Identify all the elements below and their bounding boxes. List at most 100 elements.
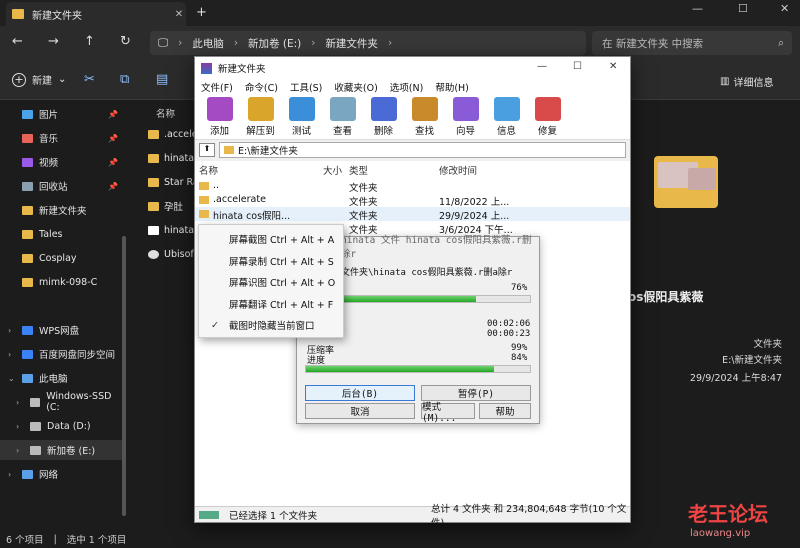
- copy-icon[interactable]: ⧉: [120, 72, 129, 87]
- sidebar-item[interactable]: Cosplay: [0, 248, 122, 268]
- refresh-icon[interactable]: ↻: [120, 34, 131, 49]
- sidebar-item[interactable]: 新建文件夹: [0, 200, 122, 220]
- minimize-icon[interactable]: —: [692, 2, 703, 15]
- menu-item[interactable]: 工具(S): [290, 80, 322, 94]
- chevron-down-icon[interactable]: ⌄: [8, 374, 15, 383]
- tab-new-folder[interactable]: 新建文件夹 ✕: [6, 2, 186, 26]
- sidebar-item[interactable]: › Windows-SSD (C:: [0, 391, 122, 413]
- sidebar-item[interactable]: › Data (D:): [0, 416, 122, 436]
- up-icon[interactable]: ↑: [84, 34, 95, 49]
- column-type[interactable]: 类型: [349, 163, 368, 177]
- toolbar-button[interactable]: 查找: [404, 95, 445, 139]
- menu-item[interactable]: 收藏夹(O): [334, 80, 377, 94]
- cancel-button[interactable]: 取消: [305, 403, 415, 419]
- close-window-icon[interactable]: ✕: [780, 2, 789, 15]
- menu-item[interactable]: 命令(C): [245, 80, 278, 94]
- maximize-icon[interactable]: ☐: [738, 2, 748, 15]
- toolbar-button[interactable]: 测试: [281, 95, 322, 139]
- context-menu-label: 屏幕翻译 Ctrl + Alt + F: [229, 299, 334, 311]
- sidebar-item[interactable]: › 网络: [0, 464, 122, 484]
- total-progress-bar: [305, 365, 531, 373]
- cell-type: 文件夹: [349, 197, 378, 208]
- chevron-right-icon[interactable]: ›: [8, 326, 11, 335]
- sidebar-item-label: Tales: [39, 228, 63, 240]
- toolbar-button[interactable]: 删除: [363, 95, 404, 139]
- context-menu-item[interactable]: 屏幕截图 Ctrl + Alt + A: [199, 229, 345, 249]
- remaining-time: 00:00:23: [487, 329, 531, 339]
- breadcrumb-item[interactable]: 新加卷 (E:): [248, 36, 301, 51]
- toolbar-button[interactable]: 向导: [445, 95, 486, 139]
- sidebar-item-icon: [30, 397, 41, 407]
- paste-icon[interactable]: ▤: [156, 72, 168, 87]
- menu-item[interactable]: 选项(N): [390, 80, 424, 94]
- close-tab-icon[interactable]: ✕: [172, 9, 186, 20]
- breadcrumb[interactable]: 🖵 › 此电脑 › 新加卷 (E:) › 新建文件夹 ›: [150, 31, 586, 55]
- sidebar-item[interactable]: 回收站 📌: [0, 176, 122, 196]
- sidebar-item-label: Windows-SSD (C:: [46, 391, 112, 413]
- sidebar-item[interactable]: 视频 📌: [0, 152, 122, 172]
- list-item-label: Ubisof: [164, 248, 194, 260]
- details-date: 29/9/2024 上午8:47: [689, 373, 782, 384]
- maximize-icon[interactable]: ☐: [573, 61, 582, 72]
- menu-item[interactable]: 帮助(H): [435, 80, 469, 94]
- table-row[interactable]: hinata cos假阳... 文件夹 29/9/2024 上...: [195, 207, 630, 222]
- column-name[interactable]: 名称: [199, 163, 218, 177]
- folder-icon: [148, 129, 159, 139]
- sidebar-scrollbar[interactable]: [122, 236, 126, 516]
- details-button[interactable]: ▥ 详细信息: [720, 74, 773, 89]
- menu-item[interactable]: 文件(F): [201, 80, 233, 94]
- new-button[interactable]: + 新建 ⌄: [12, 72, 66, 87]
- delete-icon: [370, 97, 397, 121]
- toolbar-button[interactable]: 修复: [527, 95, 568, 139]
- sidebar-item[interactable]: Tales: [0, 224, 122, 244]
- toolbar-label: 删除: [373, 126, 393, 137]
- background-button[interactable]: 后台(B): [305, 385, 415, 401]
- sidebar-item-icon: [22, 133, 33, 143]
- column-header-name[interactable]: 名称: [156, 106, 175, 120]
- help-button[interactable]: 帮助: [479, 403, 531, 419]
- column-size[interactable]: 大小: [323, 163, 342, 177]
- list-item-label: .accele: [164, 128, 198, 140]
- table-row[interactable]: .accelerate 文件夹 11/8/2022 上...: [195, 193, 630, 208]
- sidebar-item[interactable]: mimk-098-C: [0, 272, 122, 292]
- toolbar-button[interactable]: 查看: [322, 95, 363, 139]
- search-input[interactable]: 在 新建文件夹 中搜索 ⌕: [592, 31, 792, 55]
- context-menu-item[interactable]: ✓ 截图时隐藏当前窗口: [199, 315, 345, 335]
- sidebar-item-label: 网络: [39, 470, 59, 481]
- cut-icon[interactable]: ✂: [84, 72, 95, 87]
- context-menu-item[interactable]: 屏幕识图 Ctrl + Alt + O: [199, 272, 345, 292]
- new-tab-icon[interactable]: +: [196, 5, 207, 20]
- up-folder-icon[interactable]: ⬆: [199, 142, 215, 157]
- sidebar-item[interactable]: ⌄ 此电脑: [0, 368, 122, 388]
- toolbar-label: 解压到: [246, 126, 275, 137]
- chevron-right-icon[interactable]: ›: [16, 446, 19, 455]
- sidebar-item[interactable]: › WPS网盘: [0, 320, 122, 340]
- pc-icon: 🖵: [158, 36, 169, 49]
- sidebar-item[interactable]: › 百度网盘同步空间: [0, 344, 122, 364]
- new-label: 新建: [32, 76, 52, 87]
- chevron-right-icon[interactable]: ›: [8, 350, 11, 359]
- sidebar-item[interactable]: 音乐 📌: [0, 128, 122, 148]
- sidebar-item-label: 百度网盘同步空间: [39, 350, 116, 361]
- toolbar-button[interactable]: 信息: [486, 95, 527, 139]
- sidebar-item[interactable]: 图片 📌: [0, 104, 122, 124]
- chevron-right-icon[interactable]: ›: [16, 422, 19, 431]
- toolbar-button[interactable]: 添加: [199, 95, 240, 139]
- column-date[interactable]: 修改时间: [439, 163, 477, 177]
- context-menu-item[interactable]: 屏幕翻译 Ctrl + Alt + F: [199, 294, 345, 314]
- breadcrumb-item[interactable]: 此电脑: [192, 36, 224, 51]
- status-right: 总计 4 文件夹 和 234,804,648 字节(10 个文件): [431, 503, 627, 529]
- table-row[interactable]: .. 文件夹: [195, 179, 630, 194]
- close-icon[interactable]: ✕: [609, 61, 617, 72]
- chevron-right-icon[interactable]: ›: [8, 470, 11, 479]
- back-icon[interactable]: ←: [12, 34, 23, 49]
- breadcrumb-item[interactable]: 新建文件夹: [325, 36, 378, 51]
- path-field[interactable]: E:\新建文件夹: [219, 141, 626, 158]
- forward-icon[interactable]: →: [48, 34, 59, 49]
- sidebar-item[interactable]: › 新加卷 (E:): [0, 440, 122, 460]
- minimize-icon[interactable]: —: [537, 61, 547, 72]
- toolbar-button[interactable]: 解压到: [240, 95, 281, 139]
- mode-button[interactable]: 模式(M)...: [421, 402, 475, 424]
- context-menu-item[interactable]: 屏幕录制 Ctrl + Alt + S: [199, 251, 345, 271]
- chevron-right-icon[interactable]: ›: [16, 398, 19, 407]
